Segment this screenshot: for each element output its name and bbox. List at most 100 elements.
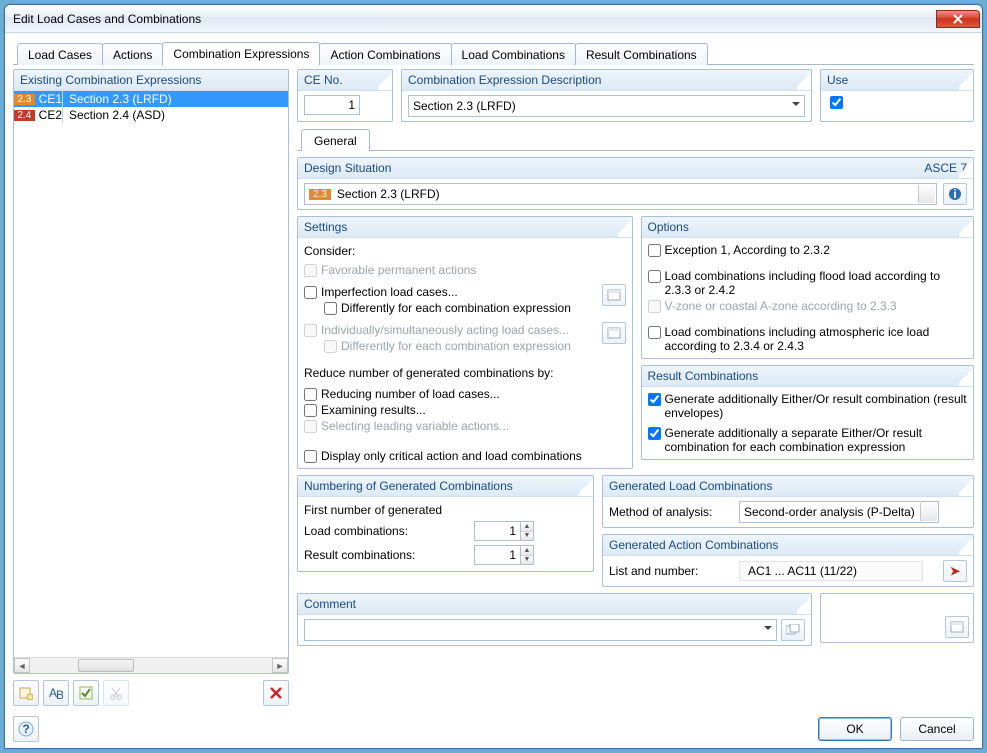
main-tabstrip: Load Cases Actions Combination Expressio… bbox=[13, 41, 974, 65]
ce-no-group: CE No. bbox=[297, 69, 393, 122]
subtab-general[interactable]: General bbox=[301, 129, 370, 151]
svg-text:B: B bbox=[56, 688, 63, 700]
ce-no-heading: CE No. bbox=[298, 70, 392, 91]
flood-checkbox[interactable] bbox=[648, 270, 661, 283]
tab-actions[interactable]: Actions bbox=[102, 43, 163, 65]
list-toolbar: AB bbox=[13, 678, 289, 708]
generated-action-heading: Generated Action Combinations bbox=[603, 535, 973, 556]
tab-load-cases[interactable]: Load Cases bbox=[17, 43, 103, 65]
method-combo[interactable]: Second-order analysis (P-Delta) bbox=[739, 501, 939, 523]
expression-row-ce1[interactable]: 2.3CE1 Section 2.3 (LRFD) bbox=[14, 91, 288, 107]
imperfection-checkbox[interactable] bbox=[304, 286, 317, 299]
spin-up-icon[interactable]: ▲ bbox=[521, 522, 533, 531]
favorable-checkbox bbox=[304, 264, 317, 277]
delete-button[interactable] bbox=[263, 680, 289, 706]
expression-row-ce2[interactable]: 2.4CE2 Section 2.4 (ASD) bbox=[14, 107, 288, 123]
imperfection-details-button[interactable] bbox=[602, 284, 626, 306]
ce-no-input[interactable] bbox=[304, 95, 360, 115]
badge-2-4: 2.4 bbox=[14, 110, 35, 121]
scroll-thumb[interactable] bbox=[78, 659, 134, 672]
first-number-label: First number of generated bbox=[304, 501, 587, 519]
existing-expressions-list[interactable]: 2.3CE1 Section 2.3 (LRFD) 2.4CE2 Section… bbox=[14, 91, 288, 657]
chevron-down-icon bbox=[764, 626, 772, 634]
subtab-strip: General bbox=[297, 128, 974, 151]
eitheror-checkbox[interactable] bbox=[648, 393, 661, 406]
aux-panel bbox=[820, 593, 974, 643]
indiv-details-button[interactable] bbox=[602, 322, 626, 344]
settings-heading: Settings bbox=[298, 217, 632, 238]
description-heading: Combination Expression Description bbox=[402, 70, 811, 91]
existing-expressions-group: Existing Combination Expressions 2.3CE1 … bbox=[13, 69, 289, 674]
scroll-right-button[interactable]: ► bbox=[272, 658, 288, 673]
display-critical-checkbox[interactable] bbox=[304, 450, 317, 463]
design-situation-info-button[interactable]: i bbox=[943, 183, 967, 205]
cut-button[interactable] bbox=[103, 680, 129, 706]
use-heading: Use bbox=[821, 70, 973, 91]
list-h-scrollbar[interactable]: ◄ ► bbox=[14, 657, 288, 673]
result-number-spinner[interactable]: ▲▼ bbox=[474, 545, 534, 565]
generated-action-group: Generated Action Combinations List and n… bbox=[602, 534, 974, 587]
spin-down-icon[interactable]: ▼ bbox=[521, 531, 533, 541]
list-number-value: AC1 ... AC11 (11/22) bbox=[739, 561, 923, 581]
settings-group: Settings Consider: Favorable permanent a… bbox=[297, 216, 633, 469]
dialog-footer: ? OK Cancel bbox=[13, 712, 974, 742]
consider-label: Consider: bbox=[304, 242, 626, 262]
svg-text:?: ? bbox=[22, 722, 29, 736]
reduce-lc-checkbox[interactable] bbox=[304, 388, 317, 401]
design-situation-badge: 2.3 bbox=[309, 189, 331, 200]
generated-load-group: Generated Load Combinations Method of an… bbox=[602, 475, 974, 528]
result-combinations-heading: Result Combinations bbox=[642, 366, 974, 387]
design-situation-group: Design Situation ASCE 7 2.3 Section 2.3 … bbox=[297, 157, 974, 210]
options-group: Options Exception 1, According to 2.3.2 … bbox=[641, 216, 975, 359]
examining-checkbox[interactable] bbox=[304, 404, 317, 417]
comment-pick-button[interactable] bbox=[781, 619, 805, 641]
method-label: Method of analysis: bbox=[609, 505, 729, 519]
tab-combination-expressions[interactable]: Combination Expressions bbox=[162, 42, 320, 65]
numbering-group: Numbering of Generated Combinations Firs… bbox=[297, 475, 594, 572]
ok-button[interactable]: OK bbox=[818, 717, 892, 741]
new-item-button[interactable] bbox=[13, 680, 39, 706]
description-combo[interactable]: Section 2.3 (LRFD) bbox=[408, 95, 805, 117]
description-group: Combination Expression Description Secti… bbox=[401, 69, 812, 122]
comment-combo[interactable] bbox=[304, 619, 777, 641]
comment-heading: Comment bbox=[298, 594, 811, 615]
spin-up-icon[interactable]: ▲ bbox=[521, 546, 533, 555]
design-situation-heading: Design Situation bbox=[304, 161, 391, 175]
indiv-diff-checkbox bbox=[324, 340, 337, 353]
tab-action-combinations[interactable]: Action Combinations bbox=[319, 43, 451, 65]
chevron-down-icon bbox=[923, 190, 931, 198]
ice-checkbox[interactable] bbox=[648, 326, 661, 339]
tab-load-combinations[interactable]: Load Combinations bbox=[451, 43, 576, 65]
goto-list-button[interactable]: ➤ bbox=[943, 560, 967, 582]
spin-down-icon[interactable]: ▼ bbox=[521, 555, 533, 565]
reduce-label: Reduce number of generated combinations … bbox=[304, 354, 626, 386]
window-title: Edit Load Cases and Combinations bbox=[13, 12, 936, 26]
generated-load-heading: Generated Load Combinations bbox=[603, 476, 973, 497]
exception1-checkbox[interactable] bbox=[648, 244, 661, 257]
help-button[interactable]: ? bbox=[13, 716, 39, 742]
chevron-down-icon bbox=[792, 102, 800, 110]
rename-button[interactable]: AB bbox=[43, 680, 69, 706]
result-combinations-label: Result combinations: bbox=[304, 548, 464, 562]
comment-group: Comment bbox=[297, 593, 812, 646]
scroll-left-button[interactable]: ◄ bbox=[14, 658, 30, 673]
use-checkbox[interactable] bbox=[830, 96, 843, 109]
result-combinations-group: Result Combinations Generate additionall… bbox=[641, 365, 975, 460]
svg-text:i: i bbox=[953, 187, 956, 201]
tab-result-combinations[interactable]: Result Combinations bbox=[575, 43, 708, 65]
indiv-checkbox bbox=[304, 324, 317, 337]
sel-leading-checkbox bbox=[304, 420, 317, 433]
design-situation-combo[interactable]: 2.3 Section 2.3 (LRFD) bbox=[304, 183, 937, 205]
cancel-button[interactable]: Cancel bbox=[900, 717, 974, 741]
window-close-button[interactable] bbox=[936, 10, 980, 28]
separate-eitheror-checkbox[interactable] bbox=[648, 427, 661, 440]
imperfection-diff-checkbox[interactable] bbox=[324, 302, 337, 315]
load-number-spinner[interactable]: ▲▼ bbox=[474, 521, 534, 541]
existing-expressions-heading: Existing Combination Expressions bbox=[14, 70, 288, 91]
titlebar: Edit Load Cases and Combinations bbox=[5, 5, 982, 33]
check-button[interactable] bbox=[73, 680, 99, 706]
aux-details-button[interactable] bbox=[945, 616, 969, 638]
load-combinations-label: Load combinations: bbox=[304, 524, 464, 538]
client-area: Load Cases Actions Combination Expressio… bbox=[5, 33, 982, 748]
dialog-window: Edit Load Cases and Combinations Load Ca… bbox=[4, 4, 983, 749]
